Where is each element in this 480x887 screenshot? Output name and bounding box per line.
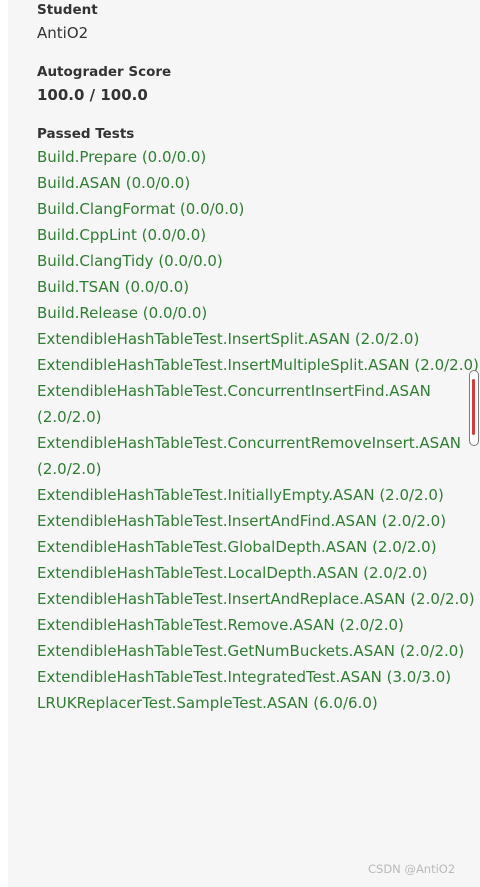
passed-test-item: Build.TSAN (0.0/0.0) [37, 278, 190, 296]
passed-test-item: ExtendibleHashTableTest.ConcurrentRemove… [37, 434, 461, 478]
vertical-scrollbar[interactable] [469, 370, 479, 446]
score-value: 100.0 / 100.0 [37, 86, 148, 104]
passed-test-item: ExtendibleHashTableTest.GetNumBuckets.AS… [37, 642, 465, 660]
results-content: Student AntiO2 Autograder Score 100.0 / … [37, 0, 480, 716]
passed-test-item: Build.ClangTidy (0.0/0.0) [37, 252, 223, 270]
passed-test-item: ExtendibleHashTableTest.ConcurrentInsert… [37, 382, 431, 426]
passed-test-item: ExtendibleHashTableTest.LocalDepth.ASAN … [37, 564, 428, 582]
passed-test-item: Build.ClangFormat (0.0/0.0) [37, 200, 245, 218]
passed-test-item: Build.Prepare (0.0/0.0) [37, 148, 207, 166]
scrollbar-thumb[interactable] [472, 379, 475, 435]
passed-test-item: ExtendibleHashTableTest.InsertAndFind.AS… [37, 512, 447, 530]
results-panel: Student AntiO2 Autograder Score 100.0 / … [8, 0, 480, 887]
student-name: AntiO2 [37, 24, 89, 42]
passed-tests-list: Build.Prepare (0.0/0.0) Build.ASAN (0.0/… [37, 144, 480, 716]
passed-test-item: Build.CppLint (0.0/0.0) [37, 226, 207, 244]
student-label: Student [37, 2, 98, 18]
score-label: Autograder Score [37, 64, 172, 80]
passed-test-item: ExtendibleHashTableTest.GlobalDepth.ASAN… [37, 538, 437, 556]
passed-test-item: ExtendibleHashTableTest.InitiallyEmpty.A… [37, 486, 444, 504]
passed-test-item: ExtendibleHashTableTest.InsertSplit.ASAN… [37, 330, 420, 348]
passed-test-item: Build.Release (0.0/0.0) [37, 304, 208, 322]
passed-test-item: ExtendibleHashTableTest.InsertMultipleSp… [37, 356, 479, 374]
passed-test-item: ExtendibleHashTableTest.Remove.ASAN (2.0… [37, 616, 404, 634]
passed-test-item: ExtendibleHashTableTest.IntegratedTest.A… [37, 668, 452, 686]
left-gutter [0, 0, 8, 887]
watermark: CSDN @AntiO2 [368, 862, 456, 876]
passed-test-item: Build.ASAN (0.0/0.0) [37, 174, 191, 192]
passed-test-item: ExtendibleHashTableTest.InsertAndReplace… [37, 590, 475, 608]
passed-test-item: LRUKReplacerTest.SampleTest.ASAN (6.0/6.… [37, 694, 378, 712]
passed-tests-label: Passed Tests [37, 126, 135, 142]
